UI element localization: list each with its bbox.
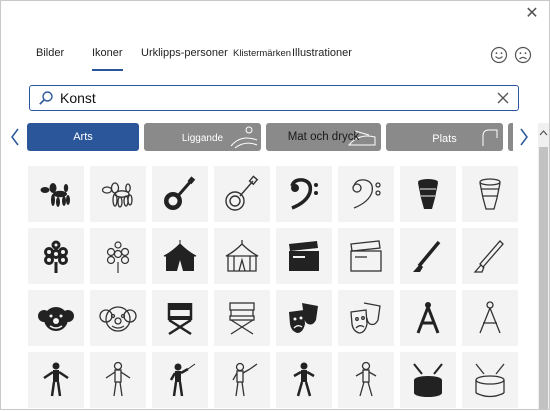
- smiley-happy-icon[interactable]: [490, 46, 508, 64]
- balloon-dog-filled-icon: [40, 183, 70, 207]
- chinese-knot-filled-icon: [44, 240, 68, 273]
- category-arts[interactable]: Arts: [27, 123, 139, 151]
- tab-ikoner[interactable]: Ikoner: [92, 47, 123, 71]
- tab-illustrationer[interactable]: Illustrationer: [292, 47, 352, 59]
- icon-grid: [28, 166, 528, 411]
- icon-cell[interactable]: [276, 352, 332, 408]
- icon-cell[interactable]: [338, 166, 394, 222]
- clown-outline-icon: [99, 306, 137, 332]
- clarinet-outline-icon: [473, 240, 504, 273]
- chevron-left-icon[interactable]: [7, 125, 23, 149]
- clown-filled-icon: [38, 307, 74, 331]
- banjo-filled-icon: [164, 176, 196, 210]
- icon-cell[interactable]: [90, 290, 146, 346]
- icon-cell[interactable]: [90, 166, 146, 222]
- icon-cell[interactable]: [462, 228, 518, 284]
- icon-cell[interactable]: [152, 228, 208, 284]
- close-button[interactable]: ✕: [521, 3, 543, 25]
- icon-cell[interactable]: [462, 352, 518, 408]
- icon-cell[interactable]: [152, 166, 208, 222]
- tab-klistermarken[interactable]: Klistermärken: [233, 48, 291, 59]
- snare-drum-filled-icon: [413, 363, 443, 397]
- icon-cell[interactable]: [276, 228, 332, 284]
- category-mat-och-dryck[interactable]: Mat och dryck: [266, 123, 381, 151]
- category-label: Mat och dryck: [287, 131, 360, 143]
- icon-cell[interactable]: [276, 290, 332, 346]
- scroll-up-icon[interactable]: [538, 127, 549, 139]
- icon-cell[interactable]: [276, 166, 332, 222]
- clarinet-filled-icon: [413, 240, 441, 272]
- icon-cell[interactable]: [400, 352, 456, 408]
- icon-cell[interactable]: [214, 290, 270, 346]
- icon-cell[interactable]: [28, 166, 84, 222]
- icon-cell[interactable]: [400, 166, 456, 222]
- icon-cell[interactable]: [152, 352, 208, 408]
- drum-filled-icon: [418, 179, 438, 209]
- banjo-outline-icon: [225, 175, 259, 211]
- icon-cell[interactable]: [90, 228, 146, 284]
- scrollbar-thumb[interactable]: [539, 147, 548, 409]
- theater-masks-outline-icon: [350, 302, 381, 334]
- category-plats[interactable]: Plats: [386, 123, 503, 151]
- category-label: Arts: [73, 131, 93, 143]
- icon-cell[interactable]: [152, 290, 208, 346]
- smiley-sad-icon[interactable]: [514, 46, 532, 64]
- icon-cell[interactable]: [338, 228, 394, 284]
- icon-cell[interactable]: [28, 228, 84, 284]
- compass-outline-icon: [479, 301, 501, 334]
- icon-cell[interactable]: [214, 166, 270, 222]
- search-icon: [39, 91, 53, 105]
- icon-cell[interactable]: [338, 352, 394, 408]
- circus-tent-filled-icon: [163, 240, 197, 271]
- category-label: Liggande: [181, 133, 224, 144]
- snare-drum-outline-icon: [475, 363, 505, 398]
- directors-chair-filled-icon: [167, 303, 193, 336]
- tab-bar: Bilder Ikoner Urklipps-personer Klisterm…: [1, 41, 481, 75]
- conductor-filled-icon: [169, 363, 196, 397]
- icon-cell[interactable]: [462, 166, 518, 222]
- chevron-right-icon[interactable]: [516, 125, 532, 149]
- tab-urklipps-personer[interactable]: Urklipps-personer: [141, 47, 228, 59]
- bass-clef-outline-icon: [352, 179, 381, 209]
- search-box: [29, 85, 519, 111]
- icon-cell[interactable]: [338, 290, 394, 346]
- icon-cell[interactable]: [28, 290, 84, 346]
- mannequin-filled-icon: [43, 362, 69, 397]
- balloon-dog-outline-icon: [101, 182, 133, 208]
- icon-cell[interactable]: [462, 290, 518, 346]
- tab-bilder[interactable]: Bilder: [36, 47, 64, 59]
- icon-cell[interactable]: [400, 290, 456, 346]
- bass-clef-filled-icon: [290, 178, 318, 210]
- icon-cell[interactable]: [28, 352, 84, 408]
- icon-cell[interactable]: [90, 352, 146, 408]
- circus-tent-outline-icon: [225, 240, 259, 272]
- category-next-partial[interactable]: [508, 123, 513, 151]
- directors-chair-outline-icon: [229, 302, 255, 335]
- icon-picker-dialog: ✕ Bilder Ikoner Urklipps-personer Kliste…: [0, 0, 550, 410]
- search-input[interactable]: [60, 88, 480, 108]
- chinese-knot-outline-icon: [106, 241, 130, 273]
- clapperboard-outline-icon: [350, 240, 382, 272]
- icon-cell[interactable]: [214, 228, 270, 284]
- icon-cell[interactable]: [214, 352, 270, 408]
- mannequin-outline-icon: [105, 361, 131, 397]
- category-label: Plats: [432, 133, 457, 145]
- dancer-outline-icon: [355, 361, 377, 397]
- theater-masks-filled-icon: [289, 303, 318, 333]
- drum-outline-icon: [479, 178, 501, 210]
- clapperboard-filled-icon: [289, 241, 319, 271]
- category-liggande[interactable]: Liggande: [144, 123, 261, 151]
- conductor-outline-icon: [232, 362, 258, 397]
- compass-filled-icon: [416, 302, 440, 334]
- dancer-filled-icon: [293, 362, 315, 397]
- clear-search-icon[interactable]: [494, 89, 512, 107]
- icon-cell[interactable]: [400, 228, 456, 284]
